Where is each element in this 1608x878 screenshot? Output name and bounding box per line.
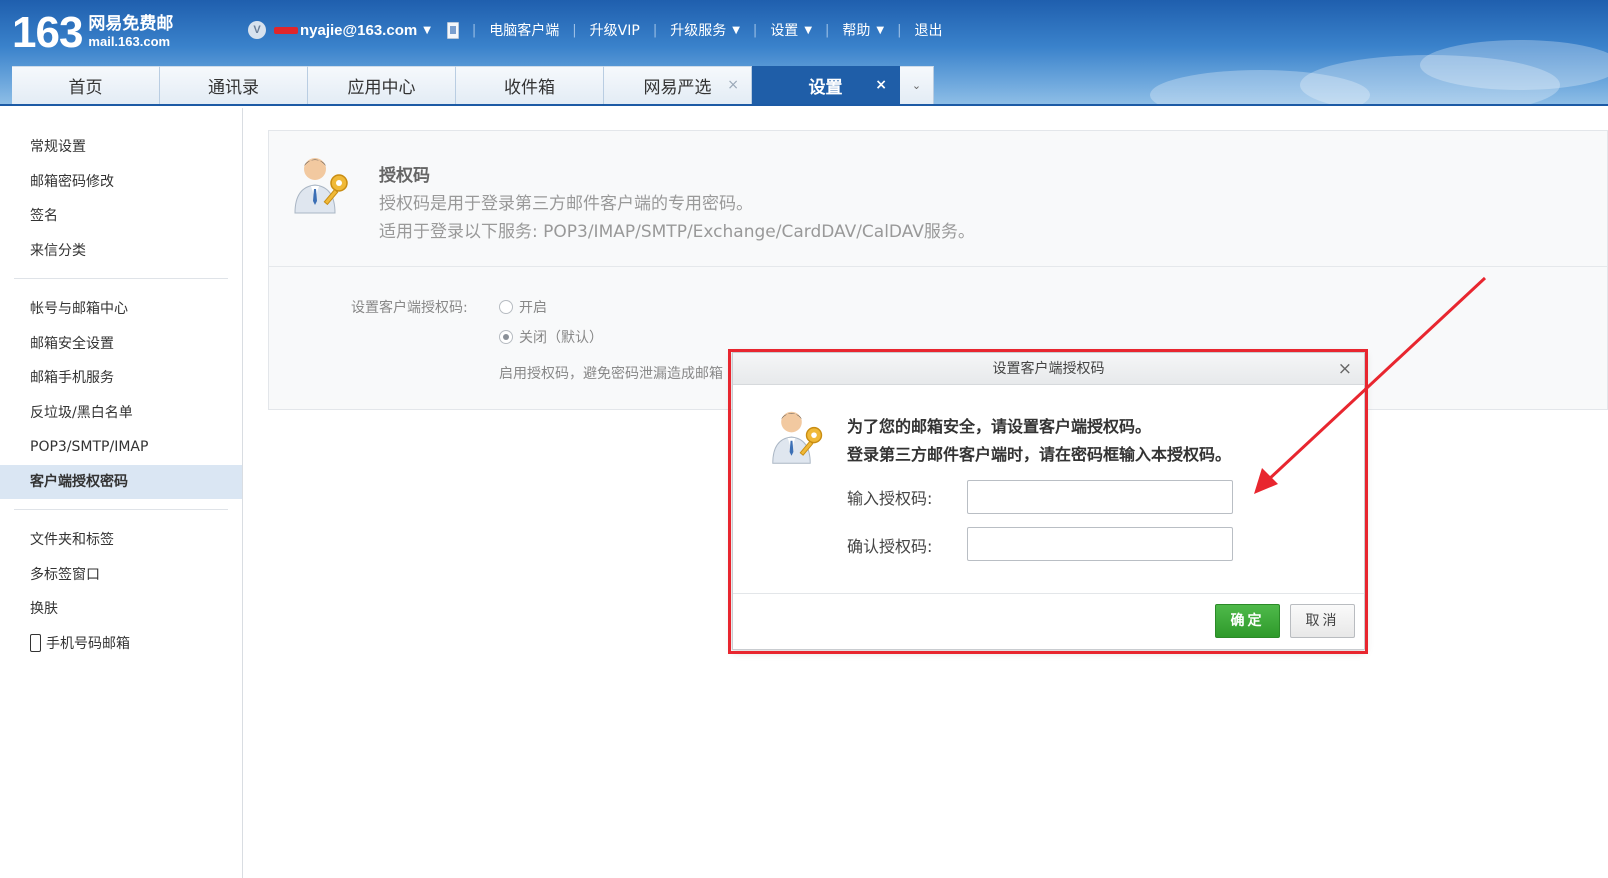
nav-upgrade-service[interactable]: 升级服务 <box>670 20 726 40</box>
settings-sidebar: 常规设置 邮箱密码修改 签名 来信分类 帐号与邮箱中心 邮箱安全设置 邮箱手机服… <box>0 108 243 878</box>
logo-cn-text: 网易免费邮 <box>88 14 174 34</box>
sidebar-item-pop3[interactable]: POP3/SMTP/IMAP <box>0 430 242 465</box>
top-nav: V nyajie@163.com ▼ | 电脑客户端 | 升级VIP | 升级服… <box>248 18 943 42</box>
auth-code-input[interactable] <box>967 480 1233 514</box>
tab-app-center[interactable]: 应用中心 <box>308 66 456 104</box>
tab-contacts[interactable]: 通讯录 <box>160 66 308 104</box>
close-icon[interactable]: × <box>727 77 739 93</box>
dialog-title: 设置客户端授权码 <box>992 361 1105 377</box>
sidebar-divider <box>14 278 228 279</box>
sidebar-item-multitab[interactable]: 多标签窗口 <box>0 558 242 593</box>
sidebar-item-account-center[interactable]: 帐号与邮箱中心 <box>0 292 242 327</box>
vip-badge-icon[interactable]: V <box>248 21 266 39</box>
nav-settings[interactable]: 设置 <box>770 20 798 40</box>
confirm-auth-label: 确认授权码: <box>847 537 933 556</box>
set-auth-code-dialog: 设置客户端授权码 × 为了您的邮箱安全，请设置客户端授权码。 登录第三方邮件客户… <box>732 352 1365 650</box>
auth-hint-text: 启用授权码，避免密码泄漏造成邮箱 <box>499 366 723 382</box>
sidebar-item-client-auth[interactable]: 客户端授权密码 <box>0 464 242 499</box>
tab-home[interactable]: 首页 <box>12 66 160 104</box>
dialog-divider <box>733 593 1364 594</box>
chevron-down-icon[interactable]: ▼ <box>423 25 431 36</box>
auth-code-confirm-input[interactable] <box>967 527 1233 561</box>
main-tabs: 首页 通讯录 应用中心 收件箱 网易严选 × 设置 × ⌄ <box>12 66 934 104</box>
nav-help[interactable]: 帮助 <box>842 20 870 40</box>
chevron-down-icon[interactable]: ▼ <box>804 25 812 36</box>
sidebar-item-password[interactable]: 邮箱密码修改 <box>0 165 242 200</box>
sidebar-item-folders[interactable]: 文件夹和标签 <box>0 523 242 558</box>
logo-url-text: mail.163.com <box>88 34 171 49</box>
tab-more-button[interactable]: ⌄ <box>900 66 934 104</box>
phone-icon <box>30 633 41 652</box>
mail-logo[interactable]: 163 网易免费邮 mail.163.com <box>12 8 173 58</box>
panel-title: 授权码 <box>379 166 430 186</box>
chevron-down-icon[interactable]: ▼ <box>732 25 740 36</box>
confirm-button[interactable]: 确定 <box>1215 604 1280 638</box>
mobile-icon[interactable] <box>446 21 459 39</box>
radio-button[interactable] <box>499 300 513 314</box>
panel-intro: 授权码 授权码是用于登录第三方邮件客户端的专用密码。 适用于登录以下服务: PO… <box>269 131 1607 267</box>
account-name[interactable]: nyajie@163.com <box>300 22 417 39</box>
dialog-message-line1: 为了您的邮箱安全，请设置客户端授权码。 <box>847 417 1152 436</box>
radio-button-checked[interactable] <box>499 330 513 344</box>
user-key-icon <box>772 411 823 464</box>
panel-description: 授权码是用于登录第三方邮件客户端的专用密码。 <box>379 194 753 214</box>
tab-inbox[interactable]: 收件箱 <box>456 66 604 104</box>
sidebar-item-mail-filter[interactable]: 来信分类 <box>0 234 242 269</box>
radio-enable[interactable]: 开启 <box>499 297 547 317</box>
input-auth-label: 输入授权码: <box>847 489 933 508</box>
logo-number: 163 <box>12 8 83 57</box>
sidebar-item-phone-mailbox[interactable]: 手机号码邮箱 <box>0 627 242 662</box>
close-icon[interactable]: × <box>875 77 887 93</box>
dialog-message-line2: 登录第三方邮件客户端时，请在密码框输入本授权码。 <box>847 445 1232 464</box>
sidebar-item-signature[interactable]: 签名 <box>0 199 242 234</box>
sidebar-divider <box>14 509 228 510</box>
sidebar-item-mobile-service[interactable]: 邮箱手机服务 <box>0 361 242 396</box>
user-key-icon <box>294 158 348 214</box>
radio-disable[interactable]: 关闭（默认） <box>499 327 603 347</box>
nav-logout[interactable]: 退出 <box>915 20 943 40</box>
nav-desktop-client[interactable]: 电脑客户端 <box>489 20 559 40</box>
cancel-button[interactable]: 取消 <box>1290 604 1355 638</box>
tab-yanxuan[interactable]: 网易严选 × <box>604 66 752 104</box>
sidebar-item-antispam[interactable]: 反垃圾/黑白名单 <box>0 396 242 431</box>
chevron-down-icon: ⌄ <box>911 79 922 92</box>
sidebar-item-skin[interactable]: 换肤 <box>0 592 242 627</box>
tab-settings[interactable]: 设置 × <box>752 66 900 104</box>
close-icon[interactable]: × <box>1338 353 1352 385</box>
chevron-down-icon[interactable]: ▼ <box>876 25 884 36</box>
sidebar-item-security[interactable]: 邮箱安全设置 <box>0 327 242 362</box>
sidebar-item-general[interactable]: 常规设置 <box>0 130 242 165</box>
app-header: 163 网易免费邮 mail.163.com V nyajie@163.com … <box>0 0 1608 106</box>
auth-setting-label: 设置客户端授权码: <box>351 300 468 316</box>
dialog-titlebar: 设置客户端授权码 × <box>733 353 1364 385</box>
nav-upgrade-vip[interactable]: 升级VIP <box>590 20 640 40</box>
redacted-mark <box>274 26 298 34</box>
panel-services: 适用于登录以下服务: POP3/IMAP/SMTP/Exchange/CardD… <box>379 222 975 242</box>
